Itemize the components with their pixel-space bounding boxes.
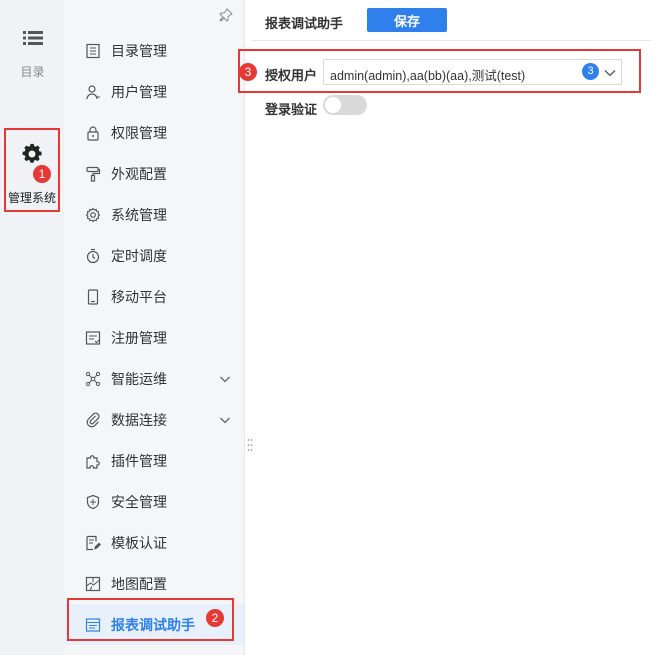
menu-item-permissions[interactable]: 权限管理 [65,112,244,153]
menu-item-label: 插件管理 [111,452,167,469]
login-verification-label: 登录验证 [265,102,318,117]
list-icon [22,31,43,45]
menu-item-scheduling[interactable]: 定时调度 [65,235,244,276]
admin-menu: 目录管理 用户管理 权限管理 外观配置 系统管理 定时调度 移动平台 注册管理 … [65,0,245,655]
menu-item-label: 地图配置 [111,575,167,592]
shield-icon [86,494,100,509]
network-icon [85,371,101,386]
user-icon [86,84,100,99]
gear-icon [85,207,101,222]
menu-item-mobile[interactable]: 移动平台 [65,276,244,317]
menu-item-registration[interactable]: 注册管理 [65,317,244,358]
menu-item-label: 系统管理 [111,206,167,223]
login-verification-toggle[interactable] [323,95,367,115]
menu-item-smart-ops[interactable]: 智能运维 [65,358,244,399]
rail-directory-label: 目录 [20,65,45,79]
gear-icon [22,143,42,163]
timer-icon [86,248,100,263]
map-icon [85,576,101,591]
puzzle-icon [86,454,100,469]
toggle-knob [325,97,341,113]
menu-item-system[interactable]: 系统管理 [65,194,244,235]
menu-item-template-cert[interactable]: 模板认证 [65,522,244,563]
menu-item-data-connection[interactable]: 数据连接 [65,399,244,440]
menu-item-label: 目录管理 [111,42,167,59]
menu-item-label: 用户管理 [111,83,167,100]
rail-item-directory[interactable]: 目录 [0,30,65,80]
menu-item-plugins[interactable]: 插件管理 [65,440,244,481]
primary-rail: 目录 1 管理系统 [0,0,65,655]
step-badge: 1 [33,165,51,183]
template-cert-icon [86,535,101,550]
chevron-down-icon[interactable] [604,68,616,78]
menu-item-security[interactable]: 安全管理 [65,481,244,522]
main-content: 报表调试助手 保存 3 授权用户 admin(admin),aa(bb)(aa)… [238,0,651,655]
step-badge: 2 [206,609,224,627]
authorized-users-select[interactable]: admin(admin),aa(bb)(aa),测试(test) 3 [323,59,622,85]
content-header: 报表调试助手 保存 [252,0,651,41]
menu-item-users[interactable]: 用户管理 [65,71,244,112]
page-title: 报表调试助手 [265,16,344,31]
pin-icon[interactable] [219,8,233,22]
lock-icon [87,125,99,141]
menu-item-label: 智能运维 [111,370,167,387]
save-button[interactable]: 保存 [367,8,447,32]
authorized-users-value: admin(admin),aa(bb)(aa),测试(test) [330,69,526,83]
menu-item-label: 模板认证 [111,534,167,551]
menu-item-label: 外观配置 [111,165,167,182]
link-icon [86,412,100,427]
menu-item-label: 注册管理 [111,329,167,346]
menu-item-catalog[interactable]: 目录管理 [65,30,244,71]
menu-item-label: 数据连接 [111,411,167,428]
paint-roller-icon [86,166,101,182]
register-icon [85,330,101,345]
chevron-down-icon[interactable] [219,373,231,385]
authorized-users-label: 授权用户 [265,68,318,83]
mobile-icon [87,288,99,305]
rail-item-admin-system[interactable]: 1 管理系统 [4,128,60,212]
menu-item-appearance[interactable]: 外观配置 [65,153,244,194]
chevron-down-icon[interactable] [219,414,231,426]
menu-item-label: 安全管理 [111,493,167,510]
selected-count-badge: 3 [582,63,599,80]
catalog-icon [86,43,100,58]
menu-item-label: 权限管理 [111,124,167,141]
menu-item-label: 定时调度 [111,247,167,264]
menu-item-label: 移动平台 [111,288,167,305]
rail-admin-label: 管理系统 [7,191,56,205]
step-badge: 3 [239,63,257,81]
